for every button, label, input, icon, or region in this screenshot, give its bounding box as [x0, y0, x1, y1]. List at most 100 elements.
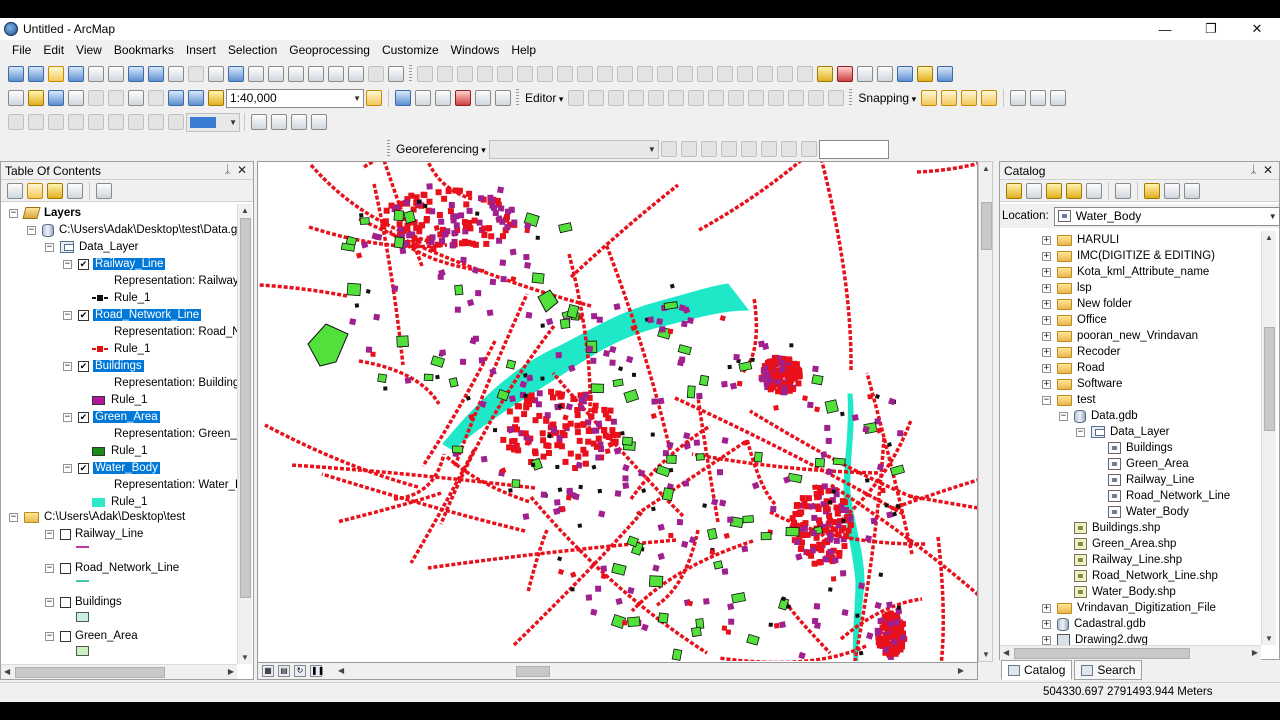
toc-layer-green-area[interactable]: − ✔ Green_Area [63, 409, 160, 425]
redo-icon[interactable] [188, 90, 204, 106]
arcgis-online-icon[interactable] [917, 66, 933, 82]
collapse-icon[interactable]: − [63, 310, 72, 320]
draw-tool-3-icon[interactable] [48, 114, 64, 130]
expand-icon[interactable]: + [1042, 299, 1051, 309]
end-point-arc-icon[interactable] [628, 90, 645, 106]
layer-name[interactable]: Green_Area [93, 411, 160, 423]
menu-help[interactable]: Help [505, 43, 542, 57]
toolbar-grip[interactable] [409, 65, 412, 83]
up-one-level-icon[interactable] [1046, 182, 1062, 199]
view-link-table-icon[interactable] [740, 141, 757, 157]
collapse-icon[interactable]: − [45, 563, 54, 573]
cut-icon[interactable] [88, 90, 104, 106]
auto-registration-icon[interactable] [760, 141, 777, 157]
visibility-checkbox[interactable] [60, 596, 71, 608]
point-snapping-icon[interactable] [921, 90, 938, 106]
identify-icon[interactable] [228, 66, 244, 82]
help-icon[interactable] [937, 66, 953, 82]
georeferencing-menu[interactable]: Georeferencing [393, 142, 489, 156]
catalog-item[interactable]: + Recoder [1042, 344, 1120, 360]
pin-icon[interactable]: ᛣ [1250, 164, 1257, 176]
topology-tool-6-icon[interactable] [517, 66, 533, 82]
map-scale-combo[interactable]: 1:40,000 ▼ [226, 88, 364, 108]
draw-tool-7-icon[interactable] [128, 114, 144, 130]
toc-gdb-source[interactable]: − C:\Users\Adak\Desktop\test\Data.g [27, 222, 237, 238]
layout-view-icon[interactable] [251, 114, 267, 130]
topology-tool-4-icon[interactable] [477, 66, 493, 82]
expand-icon[interactable]: + [1042, 379, 1051, 389]
topology-tool-16-icon[interactable] [717, 66, 733, 82]
draw-tool-8-icon[interactable] [148, 114, 164, 130]
collapse-icon[interactable]: − [63, 259, 72, 269]
menu-bookmarks[interactable]: Bookmarks [108, 43, 180, 57]
collapse-icon[interactable]: − [63, 361, 72, 371]
collapse-icon[interactable]: − [45, 242, 54, 252]
catalog-item[interactable]: + pooran_new_Vrindavan [1042, 328, 1198, 344]
attributes-icon[interactable] [788, 90, 805, 106]
list-by-drawing-order-icon[interactable] [7, 182, 23, 199]
expand-icon[interactable]: + [1042, 283, 1051, 293]
catalog-item[interactable]: Buildings [1093, 440, 1173, 456]
rotate-georef-icon[interactable] [660, 141, 677, 157]
sketch-properties-icon[interactable] [808, 90, 825, 106]
tab-catalog[interactable]: Catalog [1001, 660, 1073, 680]
editor-menu[interactable]: Editor [522, 91, 566, 105]
cut-polygons-icon[interactable] [728, 90, 745, 106]
layout-view-icon[interactable]: ▤ [278, 665, 290, 677]
toc-root-layers[interactable]: − Layers [9, 205, 81, 221]
catalog-window-icon[interactable] [897, 66, 913, 82]
layer-name[interactable]: Buildings [93, 360, 144, 372]
menu-view[interactable]: View [70, 43, 108, 57]
arctoolbox-icon[interactable] [817, 66, 833, 82]
menu-selection[interactable]: Selection [222, 43, 283, 57]
collapse-icon[interactable]: − [63, 463, 72, 473]
catalog-item[interactable]: + Kota_kml_Attribute_name [1042, 264, 1209, 280]
toc-folder-layer-road-network-line[interactable]: − Road_Network_Line [45, 560, 179, 576]
toc-layer-railway-line[interactable]: − ✔ Railway_Line [63, 256, 166, 272]
back-arrow-icon[interactable] [1006, 182, 1022, 199]
shift-georef-icon[interactable] [680, 141, 697, 157]
rule-symbol[interactable]: Rule_1 [92, 290, 150, 306]
fixed-zoom-in-icon[interactable] [88, 66, 104, 82]
expand-icon[interactable]: + [1042, 315, 1051, 325]
scroll-left-icon[interactable]: ◀ [338, 666, 344, 675]
expand-icon[interactable]: + [1042, 635, 1051, 645]
topology-tool-14-icon[interactable] [677, 66, 693, 82]
collapse-icon[interactable]: − [27, 225, 36, 235]
visibility-checkbox[interactable]: ✔ [78, 258, 89, 270]
scroll-left-icon[interactable]: ◀ [1003, 648, 1009, 657]
topology-tool-5-icon[interactable] [497, 66, 513, 82]
catalog-item[interactable]: Road_Network_Line [1093, 488, 1230, 504]
collapse-icon[interactable]: − [45, 529, 54, 539]
go-to-xy-icon[interactable] [348, 66, 364, 82]
arctoolbox-red-icon[interactable] [455, 90, 471, 106]
topology-tool-12-icon[interactable] [637, 66, 653, 82]
catalog-item[interactable]: + Office [1042, 312, 1107, 328]
visibility-checkbox[interactable] [60, 562, 71, 574]
visibility-checkbox[interactable]: ✔ [78, 309, 89, 321]
full-extent-globe-icon[interactable] [68, 66, 84, 82]
scroll-right-icon[interactable]: ▶ [1252, 648, 1258, 657]
scroll-right-icon[interactable]: ▶ [958, 666, 964, 675]
html-popup-icon[interactable] [268, 66, 284, 82]
create-viewer-window-icon[interactable] [388, 66, 404, 82]
toolbar-grip[interactable] [849, 89, 853, 107]
views-icon[interactable] [1115, 182, 1131, 199]
map-hscroll-thumb[interactable] [516, 666, 550, 677]
straight-segment-icon[interactable] [608, 90, 625, 106]
pause-drawing-icon[interactable]: ❚❚ [310, 665, 324, 677]
catalog-icon[interactable] [415, 90, 431, 106]
draw-tool-1-icon[interactable] [8, 114, 24, 130]
forward-arrow-icon[interactable] [1026, 182, 1042, 199]
bold-font-icon[interactable] [1010, 90, 1027, 106]
list-by-visibility-icon[interactable] [47, 182, 63, 199]
catalog-item[interactable]: + Cadastral.gdb [1042, 616, 1146, 632]
add-data-icon[interactable] [208, 90, 224, 106]
vertex-snapping-icon[interactable] [961, 90, 978, 106]
layer-name[interactable]: Road_Network_Line [93, 309, 202, 321]
zoom-in-icon[interactable] [8, 66, 24, 82]
toc-layer-water-body[interactable]: − ✔ Water_Body [63, 460, 160, 476]
catalog-item[interactable]: + IMC(DIGITIZE & EDITING) [1042, 248, 1215, 264]
trace-icon[interactable] [648, 90, 665, 106]
georeference-layer-combo[interactable]: ▼ [488, 139, 659, 159]
